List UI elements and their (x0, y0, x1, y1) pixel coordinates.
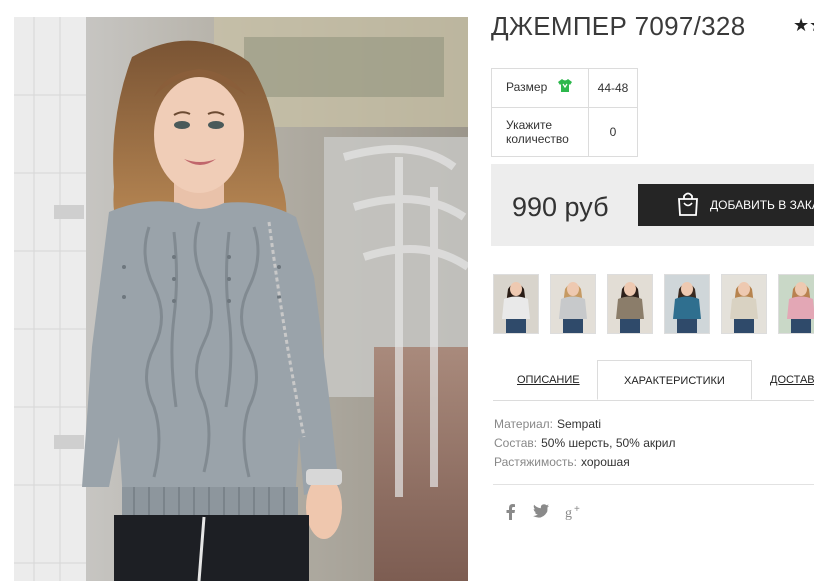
tshirt-icon[interactable] (557, 78, 573, 96)
product-main-photo[interactable] (14, 17, 468, 581)
tab-characteristics[interactable]: ХАРАКТЕРИСТИКИ (597, 360, 752, 400)
svg-text:g: g (565, 506, 572, 520)
size-label-cell: Размер (491, 68, 589, 108)
thumb-6[interactable] (778, 274, 814, 334)
product-title: ДЖЕМПЕР 7097/328 (491, 11, 746, 41)
quantity-row: Укажите количество 0 (491, 107, 638, 157)
twitter-icon[interactable] (533, 504, 549, 524)
price-box: 990 руб ДОБАВИТЬ В ЗАКАЗ (491, 164, 814, 246)
spec-composition-value: 50% шерсть, 50% акрил (541, 436, 676, 450)
product-params-table: Размер 44-48 Укажите количество 0 (491, 68, 638, 157)
price-value: 990 руб (512, 192, 609, 222)
quantity-label: Укажите количество (491, 107, 589, 157)
thumb-4[interactable] (664, 274, 710, 334)
facebook-icon[interactable] (505, 504, 517, 524)
shopping-bag-icon (676, 191, 700, 220)
spec-stretch-value: хорошая (581, 455, 630, 469)
spec-material-value: Sempati (556, 417, 601, 431)
thumb-3[interactable] (607, 274, 653, 334)
size-value[interactable]: 44-48 (588, 68, 638, 108)
spec-material-key: Материал: (494, 417, 553, 431)
size-label: Размер (506, 80, 548, 95)
social-share: g + (505, 504, 583, 524)
add-to-cart-label: ДОБАВИТЬ В ЗАКАЗ (710, 198, 814, 212)
product-tabs: ОПИСАНИЕ ХАРАКТЕРИСТИКИ ДОСТАВКА (493, 360, 814, 401)
svg-text:+: + (574, 504, 580, 515)
spec-stretch: Растяжимость: хорошая (494, 453, 676, 472)
thumbnail-strip (493, 274, 814, 334)
thumb-2[interactable] (550, 274, 596, 334)
thumb-5[interactable] (721, 274, 767, 334)
tab-description[interactable]: ОПИСАНИЕ (517, 360, 580, 400)
thumb-1[interactable] (493, 274, 539, 334)
spec-composition: Состав: 50% шерсть, 50% акрил (494, 434, 676, 453)
tab-delivery[interactable]: ДОСТАВКА (770, 360, 814, 400)
rating-stars[interactable]: ★★ (793, 15, 814, 36)
googleplus-icon[interactable]: g + (565, 504, 583, 524)
size-row: Размер 44-48 (491, 68, 638, 108)
spec-material: Материал: Sempati (494, 415, 676, 434)
characteristics-list: Материал: Sempati Состав: 50% шерсть, 50% … (494, 415, 676, 472)
divider (493, 484, 814, 485)
spec-stretch-key: Растяжимость: (494, 455, 578, 469)
quantity-input[interactable]: 0 (588, 107, 638, 157)
add-to-cart-button[interactable]: ДОБАВИТЬ В ЗАКАЗ (638, 184, 814, 226)
spec-composition-key: Состав: (494, 436, 538, 450)
